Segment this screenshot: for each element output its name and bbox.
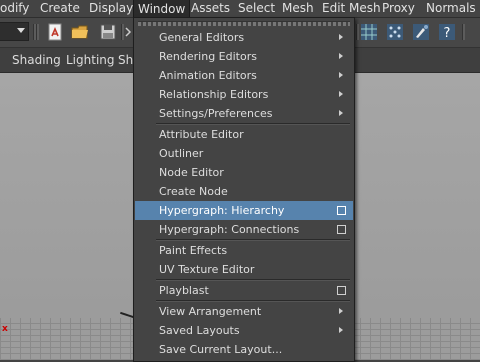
menu-item-view-arrangement[interactable]: View Arrangement [135, 302, 353, 321]
folder-icon[interactable] [71, 23, 89, 41]
menu-proxy[interactable]: Proxy [382, 0, 415, 17]
chevron-down-icon [17, 28, 25, 33]
menu-item-save-current-layout[interactable]: Save Current Layout... [135, 340, 353, 359]
help-icon[interactable]: ? [438, 23, 456, 41]
menu-item-rendering-editors[interactable]: Rendering Editors [135, 47, 353, 66]
menu-item-attribute-editor[interactable]: Attribute Editor [135, 125, 353, 144]
submenu-arrow-icon [339, 91, 343, 97]
submenu-arrow-icon [339, 72, 343, 78]
toolbar-divider [462, 24, 465, 40]
menuset-dropdown[interactable] [0, 22, 29, 41]
menu-item-playblast[interactable]: Playblast [135, 281, 353, 300]
submenu-arrow-icon [339, 110, 343, 116]
axis-indicator-x: x [2, 324, 8, 334]
window-menu-dropdown: General Editors Rendering Editors Animat… [133, 17, 355, 362]
menu-item-hypergraph-connections[interactable]: Hypergraph: Connections [135, 220, 353, 239]
menu-item-paint-effects[interactable]: Paint Effects [135, 241, 353, 260]
menu-assets[interactable]: Assets [191, 0, 230, 17]
submenu-arrow-icon [339, 53, 343, 59]
save-icon[interactable] [99, 23, 117, 41]
toolbar-divider [356, 24, 359, 40]
menu-item-create-node[interactable]: Create Node [135, 182, 353, 201]
option-box-icon[interactable] [337, 286, 346, 295]
menu-item-settings-preferences[interactable]: Settings/Preferences [135, 104, 353, 123]
scene-open-icon[interactable] [46, 23, 64, 41]
panel-menu-shading[interactable]: Shading [12, 48, 61, 72]
option-box-icon[interactable] [337, 206, 346, 215]
menu-normals[interactable]: Normals [426, 0, 476, 17]
menu-item-hypergraph-hierarchy[interactable]: Hypergraph: Hierarchy [135, 201, 353, 220]
submenu-arrow-icon [339, 34, 343, 40]
option-box-icon[interactable] [337, 225, 346, 234]
menu-edit-mesh[interactable]: Edit Mesh [322, 0, 381, 17]
menu-mesh[interactable]: Mesh [282, 0, 314, 17]
snap-grid-icon[interactable] [360, 23, 378, 41]
menu-item-outliner[interactable]: Outliner [135, 144, 353, 163]
menu-display[interactable]: Display [89, 0, 133, 17]
menu-item-general-editors[interactable]: General Editors [135, 28, 353, 47]
menu-item-saved-layouts[interactable]: Saved Layouts [135, 321, 353, 340]
menu-modify[interactable]: odify [0, 0, 29, 17]
submenu-arrow-icon [339, 308, 343, 314]
menu-item-node-editor[interactable]: Node Editor [135, 163, 353, 182]
menu-window[interactable]: Window [133, 0, 191, 17]
menu-create[interactable]: Create [40, 0, 80, 17]
paint-icon[interactable] [412, 23, 430, 41]
panel-menu-lighting[interactable]: Lighting [66, 48, 115, 72]
menu-select[interactable]: Select [238, 0, 275, 17]
menu-item-relationship-editors[interactable]: Relationship Editors [135, 85, 353, 104]
submenu-arrow-icon [339, 327, 343, 333]
snap-points-icon[interactable] [386, 23, 404, 41]
menu-item-animation-editors[interactable]: Animation Editors [135, 66, 353, 85]
svg-text:?: ? [444, 26, 451, 41]
toolbar-divider [36, 24, 39, 40]
menu-item-uv-texture-editor[interactable]: UV Texture Editor [135, 260, 353, 279]
chevron-right-icon[interactable] [124, 23, 132, 41]
main-menubar: odify Create Display Window Assets Selec… [0, 0, 480, 18]
tear-off-handle[interactable] [138, 21, 350, 26]
